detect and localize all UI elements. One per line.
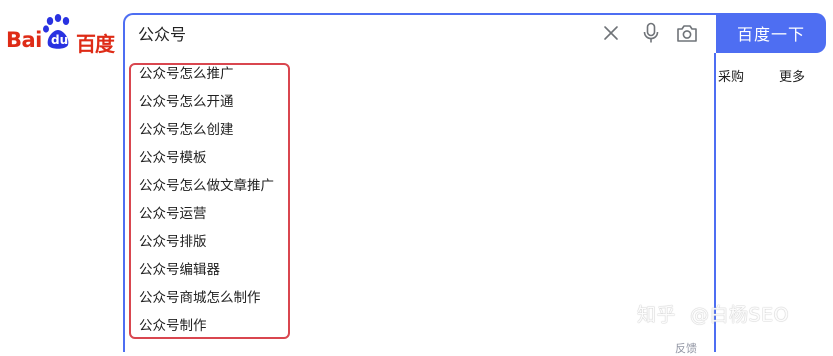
search-input[interactable] — [138, 20, 578, 46]
zhihu-watermark: 知乎 @白杨SEO — [637, 300, 789, 327]
suggestion-item[interactable]: 公众号怎么推广 — [139, 64, 234, 84]
microphone-icon[interactable] — [641, 22, 661, 44]
watermark-site: 知乎 — [637, 304, 677, 326]
logo-text-du: du — [51, 33, 69, 47]
suggestion-item[interactable]: 公众号排版 — [139, 232, 207, 252]
suggestion-item[interactable]: 公众号怎么创建 — [139, 120, 234, 140]
suggestion-item[interactable]: 公众号商城怎么制作 — [139, 288, 261, 308]
baidu-logo[interactable]: Bai du 百度 — [4, 14, 115, 58]
nav-purchase-link[interactable]: 采购 — [718, 66, 744, 85]
camera-icon[interactable] — [676, 23, 698, 43]
logo-text-chinese: 百度 — [76, 32, 115, 56]
suggestion-item[interactable]: 公众号编辑器 — [139, 260, 220, 280]
suggestion-item[interactable]: 公众号怎么做文章推广 — [139, 176, 274, 196]
suggestion-list: 公众号怎么推广 公众号怎么开通 公众号怎么创建 公众号模板 公众号怎么做文章推广… — [129, 62, 291, 339]
search-button[interactable]: 百度一下 — [716, 13, 826, 53]
clear-icon[interactable] — [602, 24, 620, 42]
suggestion-item[interactable]: 公众号模板 — [139, 148, 207, 168]
suggestion-item[interactable]: 公众号怎么开通 — [139, 92, 234, 112]
watermark-author: @白杨SEO — [690, 304, 790, 326]
feedback-link[interactable]: 反馈 — [675, 340, 697, 356]
nav-more-link[interactable]: 更多 — [779, 66, 805, 85]
suggestion-item[interactable]: 公众号制作 — [139, 316, 207, 336]
logo-text-bai: Bai — [6, 28, 42, 52]
suggestion-item[interactable]: 公众号运营 — [139, 204, 207, 224]
